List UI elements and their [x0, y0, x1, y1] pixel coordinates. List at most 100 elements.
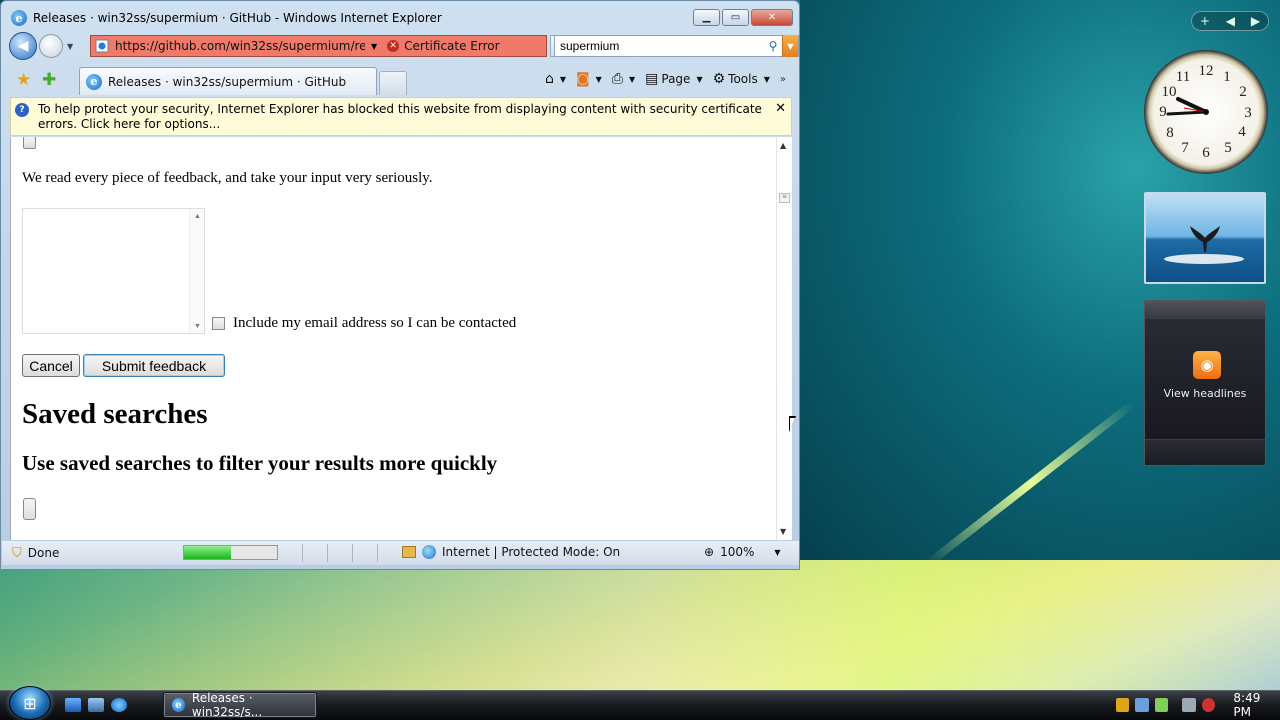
- feeds-dropdown-icon[interactable]: ▼: [596, 75, 602, 84]
- certificate-error-label: Certificate Error: [404, 39, 500, 53]
- water-splash: [1164, 254, 1244, 264]
- whale-tail-icon: [1190, 226, 1220, 252]
- address-dropdown-icon[interactable]: ▼: [371, 42, 377, 51]
- svg-text:6: 6: [1202, 145, 1210, 161]
- information-bar-text[interactable]: To help protect your security, Internet …: [38, 102, 768, 135]
- status-divider: [302, 544, 303, 562]
- mouse-cursor-fill: [790, 418, 800, 430]
- print-dropdown-icon[interactable]: ▼: [629, 75, 635, 84]
- volume-muted-icon[interactable]: [1201, 698, 1216, 712]
- view-headlines-link[interactable]: View headlines: [1145, 387, 1265, 400]
- progress-bar: [183, 545, 278, 560]
- feeds-gadget-header: [1145, 301, 1265, 319]
- start-button[interactable]: ⊞: [9, 686, 51, 720]
- page-menu-label: Page: [661, 72, 691, 86]
- status-divider: [352, 544, 353, 562]
- cancel-button[interactable]: Cancel: [22, 354, 80, 377]
- network-icon[interactable]: [1182, 698, 1196, 712]
- rss-feed-icon: ◉: [1193, 351, 1221, 379]
- slideshow-gadget[interactable]: [1144, 192, 1266, 284]
- back-button[interactable]: ◀: [9, 32, 37, 60]
- information-bar[interactable]: ? To help protect your security, Interne…: [10, 97, 792, 136]
- status-divider: [377, 544, 378, 562]
- print-button[interactable]: ⎙ ▼: [609, 71, 638, 87]
- page-favicon-icon: [95, 39, 109, 53]
- tab-releases[interactable]: e Releases · win32ss/supermium · GitHub: [79, 67, 377, 95]
- tools-menu[interactable]: ⚙ Tools ▼: [710, 71, 773, 87]
- home-icon: ⌂: [544, 71, 554, 87]
- switch-windows-icon[interactable]: [88, 698, 104, 712]
- taskbar-ie-window-button[interactable]: e Releases · win32ss/s...: [163, 691, 317, 719]
- window-title: Releases · win32ss/supermium · GitHub - …: [33, 11, 442, 25]
- status-bar: ⛉ Done Internet | Protected Mode: On ⊕ 1…: [2, 541, 799, 565]
- page-dropdown-icon: ▼: [696, 74, 703, 84]
- home-button[interactable]: ⌂ ▼: [542, 71, 569, 87]
- textarea-scroll-down-icon[interactable]: ▼: [194, 322, 201, 330]
- include-email-label[interactable]: Include my email address so I can be con…: [233, 315, 516, 332]
- zoom-control[interactable]: ⊕ 100% ▼: [704, 545, 781, 559]
- home-dropdown-icon[interactable]: ▼: [560, 75, 566, 84]
- status-shield-icon: ⛉: [12, 545, 22, 561]
- page-scrollbar[interactable]: ▲ ≡ ▼: [776, 137, 792, 540]
- svg-text:7: 7: [1181, 140, 1189, 156]
- certificate-error-button[interactable]: ✕ Certificate Error: [387, 39, 500, 53]
- textarea-scrollbar[interactable]: ▲ ▼: [189, 209, 204, 333]
- feeds-button[interactable]: ◙ ▼: [573, 71, 605, 87]
- scroll-down-icon[interactable]: ▼: [780, 527, 786, 536]
- textarea-scroll-up-icon[interactable]: ▲: [194, 212, 201, 220]
- clock-gadget[interactable]: 12 1 2 345 678 9 10 11: [1144, 50, 1268, 174]
- favorites-center-star-icon[interactable]: ★: [16, 71, 34, 89]
- system-tray: 8:49 PM: [1110, 691, 1280, 719]
- security-zone[interactable]: Internet | Protected Mode: On: [402, 545, 620, 559]
- window-controls: ▁ ▭ ✕: [693, 9, 793, 26]
- information-bar-close-icon[interactable]: ✕: [775, 101, 786, 116]
- search-box[interactable]: ⚲ ▼: [554, 35, 799, 57]
- taskbar-ie-icon: e: [172, 698, 185, 712]
- include-email-checkbox[interactable]: [212, 317, 225, 330]
- toolbar-buttons: ⌂ ▼ ◙ ▼ ⎙ ▼ ▤ Page ▼ ⚙ Tools ▼ »: [542, 71, 786, 87]
- security-zone-label: Internet | Protected Mode: On: [442, 545, 621, 559]
- quicklaunch-ie-icon[interactable]: [111, 698, 127, 712]
- feed-headlines-gadget[interactable]: ◉ View headlines: [1144, 300, 1266, 466]
- information-bar-shield-icon: ?: [15, 103, 29, 117]
- ie-window[interactable]: e Releases · win32ss/supermium · GitHub …: [0, 0, 800, 570]
- feedback-textarea[interactable]: ▲ ▼: [22, 208, 205, 334]
- previous-gadgets-icon[interactable]: ◀: [1226, 14, 1235, 28]
- zoom-dropdown-icon[interactable]: ▼: [774, 548, 780, 557]
- maximize-button[interactable]: ▭: [722, 9, 749, 26]
- next-gadgets-icon[interactable]: ▶: [1251, 14, 1260, 28]
- toolbar-overflow-chevron-icon[interactable]: »: [780, 74, 786, 85]
- show-desktop-icon[interactable]: [65, 698, 81, 712]
- search-icon[interactable]: ⚲: [764, 39, 782, 53]
- new-tab-button[interactable]: [379, 71, 407, 95]
- add-gadget-button[interactable]: +: [1200, 14, 1210, 28]
- title-bar[interactable]: e Releases · win32ss/supermium · GitHub …: [1, 1, 799, 35]
- popup-blocker-icon[interactable]: [402, 546, 416, 558]
- checkbox-top[interactable]: [23, 137, 36, 149]
- checkbox-bottom[interactable]: [23, 498, 36, 520]
- email-option: Include my email address so I can be con…: [212, 315, 516, 332]
- system-clock[interactable]: 8:49 PM: [1233, 691, 1280, 719]
- minimize-button[interactable]: ▁: [693, 9, 720, 26]
- tools-dropdown-icon: ▼: [763, 74, 770, 84]
- close-button[interactable]: ✕: [751, 9, 793, 26]
- svg-text:1: 1: [1223, 69, 1231, 85]
- search-options-dropdown-icon[interactable]: ▼: [782, 35, 798, 57]
- scroll-thumb[interactable]: ≡: [779, 193, 790, 203]
- search-input[interactable]: [555, 37, 764, 55]
- page-menu[interactable]: ▤ Page ▼: [642, 71, 705, 87]
- ie-icon: e: [11, 10, 27, 26]
- add-favorites-star-icon[interactable]: ✚: [42, 71, 60, 89]
- scroll-up-icon[interactable]: ▲: [780, 141, 786, 150]
- defender-icon[interactable]: [1154, 698, 1169, 712]
- forward-button[interactable]: [39, 34, 63, 58]
- tab-label: Releases · win32ss/supermium · GitHub: [108, 74, 347, 89]
- windows-update-icon[interactable]: [1135, 698, 1149, 712]
- address-bar[interactable]: https://github.com/win32ss/supermium/rel…: [90, 35, 598, 57]
- svg-text:9: 9: [1159, 104, 1167, 120]
- recent-pages-dropdown-icon[interactable]: ▼: [67, 42, 73, 51]
- address-url[interactable]: https://github.com/win32ss/supermium/rel…: [115, 39, 365, 53]
- security-alert-shield-icon[interactable]: [1116, 698, 1130, 712]
- command-bar: ★ ✚ e Releases · win32ss/supermium · Git…: [2, 65, 792, 95]
- submit-feedback-button[interactable]: Submit feedback: [83, 354, 225, 377]
